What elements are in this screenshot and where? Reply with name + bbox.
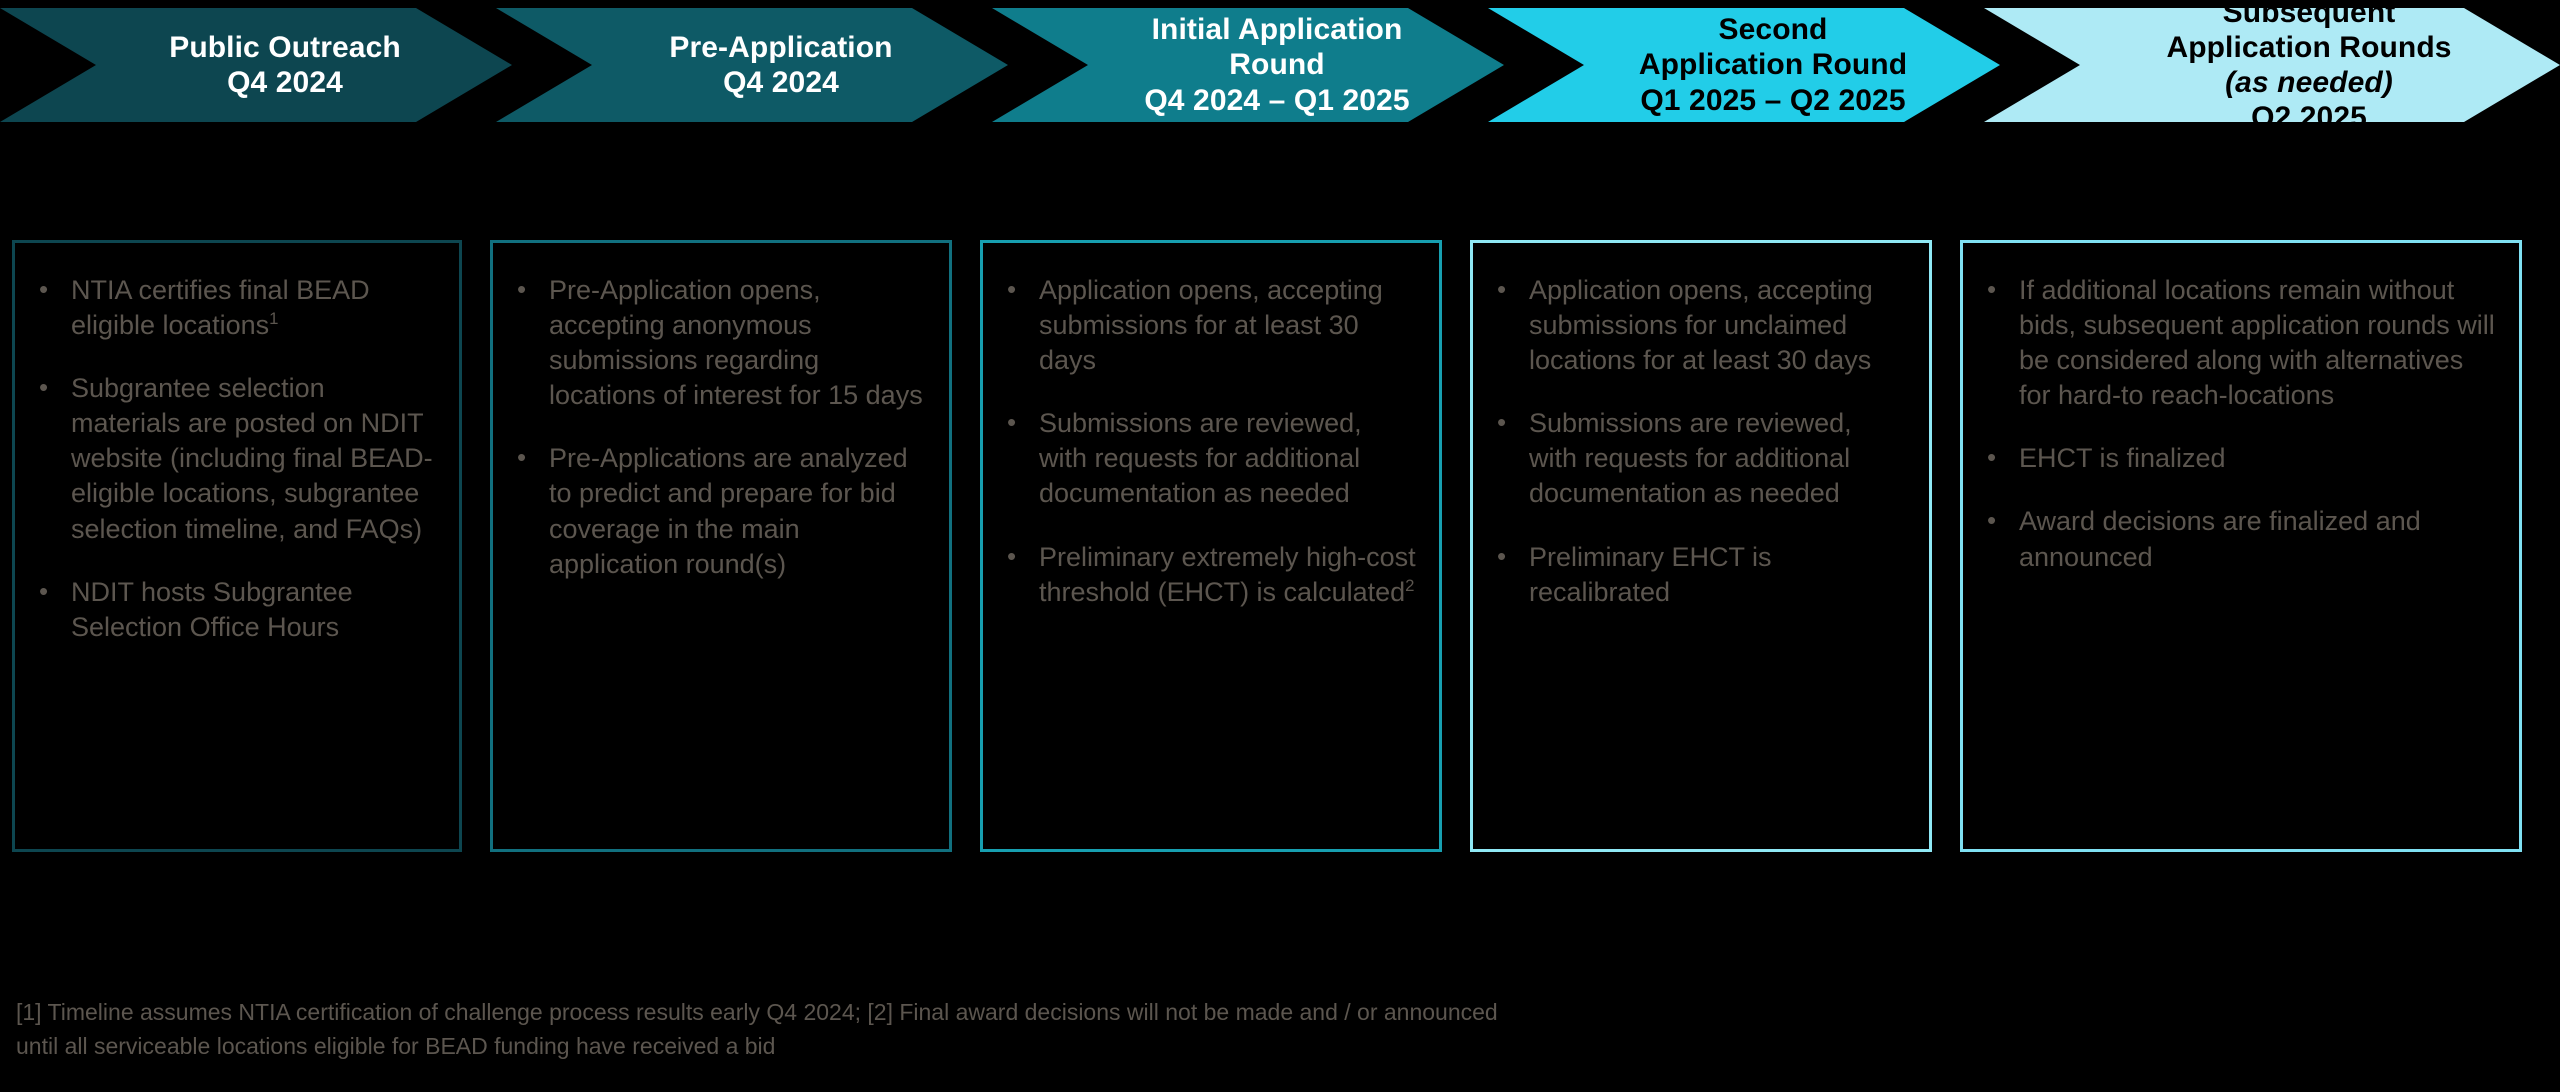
phase-title-line2: Q4 2024: [227, 66, 343, 99]
footnote-marker: 2: [1405, 575, 1415, 595]
phase-title-line2: Application Rounds: [2166, 30, 2452, 64]
bullet-dot-icon: •: [517, 274, 527, 304]
bullet-list: • Pre-Application opens, accepting anonym…: [511, 273, 927, 582]
bullet-item: • If additional locations remain without …: [1981, 273, 2497, 413]
phase-title-line1: Initial Application: [1151, 13, 1403, 47]
phase-chevron-label: Public Outreach Q4 2024: [99, 30, 413, 100]
phase-chevron-label: Subsequent Application Rounds (as needed…: [2080, 0, 2463, 135]
phase-title-line1: Second: [1718, 13, 1828, 47]
bullet-text: Pre-Application opens, accepting anonymo…: [549, 275, 923, 411]
phase-title-line1: Subsequent: [2222, 0, 2396, 29]
bullet-text: EHCT is finalized: [2019, 443, 2226, 474]
phase-detail-row: • NTIA certifies final BEAD eligible loca…: [0, 240, 2560, 852]
bullet-dot-icon: •: [517, 442, 527, 473]
bullet-item: • NDIT hosts Subgrantee Selection Office …: [33, 575, 437, 645]
bullet-list: • NTIA certifies final BEAD eligible loca…: [33, 273, 437, 645]
phase-detail-box-subsequent-application-rounds: • If additional locations remain without …: [1960, 240, 2522, 852]
bullet-item: • Submissions are reviewed, with requests…: [1001, 406, 1417, 511]
footnotes: [1] Timeline assumes NTIA certification …: [16, 995, 2436, 1063]
bullet-text: Award decisions are finalized and announ…: [2019, 506, 2421, 572]
phase-chevron-label: Pre-Application Q4 2024: [599, 30, 904, 100]
phase-chevron-second-application-round[interactable]: Second Application Round Q1 2025 – Q2 20…: [1488, 8, 2000, 122]
bullet-dot-icon: •: [1987, 442, 1997, 473]
bullet-item: • EHCT is finalized: [1981, 441, 2497, 476]
bullet-dot-icon: •: [1497, 540, 1507, 571]
bullet-item: • Application opens, accepting submission…: [1491, 273, 1907, 378]
phase-chevron-row: Public Outreach Q4 2024 Pre-Application …: [0, 8, 2560, 122]
bullet-text: Preliminary extremely high-cost threshol…: [1039, 541, 1416, 607]
phase-chevron-subsequent-application-rounds[interactable]: Subsequent Application Rounds (as needed…: [1984, 8, 2560, 122]
phase-title-line2: Q4 2024: [723, 66, 839, 99]
bullet-dot-icon: •: [1497, 274, 1507, 304]
bullet-item: • Preliminary EHCT is recalibrated: [1491, 540, 1907, 610]
bullet-list: • Application opens, accepting submission…: [1491, 273, 1907, 610]
phase-chevron-label: Initial Application Round Q4 2024 – Q1 2…: [1074, 12, 1421, 117]
phase-title-line3: Q4 2024 – Q1 2025: [1144, 83, 1410, 117]
phase-title-line4: Q2 2025: [2251, 101, 2367, 135]
bullet-dot-icon: •: [1007, 540, 1017, 571]
phase-chevron-pre-application[interactable]: Pre-Application Q4 2024: [496, 8, 1008, 122]
bullet-item: • NTIA certifies final BEAD eligible loca…: [33, 273, 437, 343]
bullet-text: Application opens, accepting submissions…: [1039, 275, 1383, 376]
bullet-text: NDIT hosts Subgrantee Selection Office H…: [71, 576, 353, 642]
phase-title-line2: Application Round: [1638, 48, 1908, 82]
bullet-dot-icon: •: [1987, 274, 1997, 304]
bullet-dot-icon: •: [39, 372, 49, 403]
bullet-list: • Application opens, accepting submission…: [1001, 273, 1417, 610]
footnote-line-2: until all serviceable locations eligible…: [16, 1033, 776, 1060]
phase-title-line3: (as needed): [2225, 66, 2393, 99]
bullet-item: • Application opens, accepting submission…: [1001, 273, 1417, 378]
footnote-marker: 1: [269, 309, 279, 329]
phase-detail-box-second-application-round: • Application opens, accepting submission…: [1470, 240, 1932, 852]
phase-detail-box-public-outreach: • NTIA certifies final BEAD eligible loca…: [12, 240, 462, 852]
phase-chevron-initial-application-round[interactable]: Initial Application Round Q4 2024 – Q1 2…: [992, 8, 1504, 122]
bullet-text: Pre-Applications are analyzed to predict…: [549, 443, 908, 579]
bullet-item: • Subgrantee selection materials are post…: [33, 371, 437, 546]
bullet-dot-icon: •: [39, 575, 49, 606]
bullet-text: NTIA certifies final BEAD eligible locat…: [71, 275, 370, 341]
phase-title-line1: Public Outreach: [169, 30, 401, 64]
phase-chevron-label: Second Application Round Q1 2025 – Q2 20…: [1569, 12, 1919, 117]
bullet-text: Submissions are reviewed, with requests …: [1529, 408, 1852, 509]
phase-title-line1: Pre-Application: [669, 30, 893, 64]
phase-chevron-public-outreach[interactable]: Public Outreach Q4 2024: [0, 8, 512, 122]
phase-title-line3: Q1 2025 – Q2 2025: [1640, 83, 1906, 117]
bullet-item: • Submissions are reviewed, with requests…: [1491, 406, 1907, 511]
bullet-dot-icon: •: [1007, 274, 1017, 304]
phase-title-line2: Round: [1229, 48, 1325, 82]
bullet-text: Submissions are reviewed, with requests …: [1039, 408, 1362, 509]
bullet-dot-icon: •: [1987, 505, 1997, 536]
bullet-item: • Award decisions are finalized and annou…: [1981, 504, 2497, 574]
footnote-line-1: [1] Timeline assumes NTIA certification …: [16, 999, 1498, 1025]
bullet-text: Preliminary EHCT is recalibrated: [1529, 541, 1772, 607]
bullet-text: If additional locations remain without b…: [2019, 275, 2495, 411]
bullet-dot-icon: •: [1007, 407, 1017, 438]
bullet-item: • Preliminary extremely high-cost thresho…: [1001, 540, 1417, 610]
bullet-text: Application opens, accepting submissions…: [1529, 275, 1873, 376]
bullet-dot-icon: •: [1497, 407, 1507, 438]
timeline-diagram: Public Outreach Q4 2024 Pre-Application …: [0, 0, 2560, 1092]
phase-detail-box-initial-application-round: • Application opens, accepting submission…: [980, 240, 1442, 852]
bullet-item: • Pre-Application opens, accepting anonym…: [511, 273, 927, 413]
bullet-dot-icon: •: [39, 274, 49, 304]
phase-detail-box-pre-application: • Pre-Application opens, accepting anonym…: [490, 240, 952, 852]
bullet-list: • If additional locations remain without …: [1981, 273, 2497, 575]
bullet-item: • Pre-Applications are analyzed to predic…: [511, 441, 927, 581]
bullet-text: Subgrantee selection materials are poste…: [71, 373, 433, 544]
